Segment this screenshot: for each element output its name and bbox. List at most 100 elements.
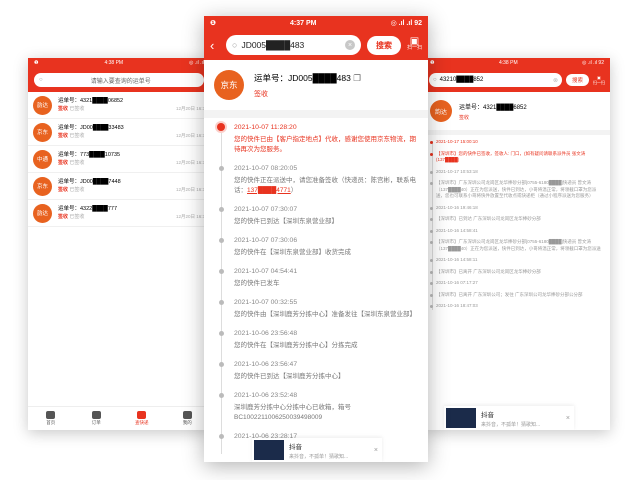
timeline-dot xyxy=(219,238,224,243)
courier-logo: 京东 xyxy=(33,176,52,196)
status-badge: 签收 xyxy=(254,90,268,98)
event-desc: 【深圳市】已离开 广东深圳公司；发往 广东深圳公司龙华棒砂分部公分部 xyxy=(430,292,604,299)
search-input[interactable]: ○ JD005████483 × xyxy=(226,35,361,55)
event-time: 2021-10-17 10:53:18 xyxy=(430,169,604,176)
status-bar: ❶ 4:38 PM ◎ .ıl .ıl xyxy=(28,58,210,68)
status-signal: ◎ .ıl .ıl 92 xyxy=(390,20,422,27)
list-item[interactable]: 韵达 运单号：4321████06852 签收 已签收 12月20日 16:3 xyxy=(28,92,210,119)
waybill-header: 韵达 运单号：4321████6852 签收 xyxy=(424,92,610,135)
scan-button[interactable]: ▣ 扫一扫 xyxy=(407,37,422,52)
status-time: 4:38 PM xyxy=(498,60,518,66)
timestamp: 12月20日 16:3 xyxy=(175,133,205,138)
package-icon xyxy=(137,411,147,419)
ad-thumbnail xyxy=(446,408,476,428)
search-icon: ○ xyxy=(232,40,238,50)
nav-home[interactable]: 首页 xyxy=(28,407,74,430)
timeline-dot xyxy=(219,362,224,367)
timeline-dot xyxy=(219,393,224,398)
ad-title: 抖音 xyxy=(481,411,494,419)
clear-icon[interactable]: ⊗ xyxy=(553,77,558,84)
timeline-event: 2021-10-07 04:54:41 您的快件已发车 xyxy=(219,268,420,289)
timeline-dot xyxy=(217,123,225,131)
close-icon[interactable]: × xyxy=(374,447,378,454)
copy-icon[interactable]: ❐ xyxy=(353,73,361,83)
status-badge: 签收 已签收 xyxy=(58,187,85,193)
bottom-nav: 首页 订单 查快递 我的 xyxy=(28,406,210,430)
courier-logo: 京东 xyxy=(214,70,244,100)
search-placeholder: 请输入要查询的运单号 xyxy=(90,78,151,85)
timeline-dot xyxy=(219,269,224,274)
timeline-dot xyxy=(219,166,224,171)
ad-thumbnail xyxy=(254,440,284,460)
order-icon xyxy=(91,411,101,419)
timestamp: 12月20日 16:3 xyxy=(175,106,205,111)
courier-logo: 京东 xyxy=(33,122,52,142)
ad-title: 抖音 xyxy=(289,443,302,451)
search-input[interactable]: ○ 请输入要查询的运单号 xyxy=(34,73,204,87)
search-button[interactable]: 搜索 xyxy=(366,35,401,55)
history-list-screen: ❶ 4:38 PM ◎ .ıl .ıl ○ 请输入要查询的运单号 韵达 运单号：… xyxy=(28,58,210,430)
waybill-number: 运单号：4321████6852 xyxy=(459,104,527,111)
search-bar: ○ 请输入要查询的运单号 xyxy=(28,68,210,92)
status-time: 4:38 PM xyxy=(104,60,124,66)
history-list: 韵达 运单号：4321████06852 签收 已签收 12月20日 16:3 京… xyxy=(28,92,210,227)
scan-button[interactable]: ▣ 扫一扫 xyxy=(593,75,605,85)
list-item[interactable]: 京东 运单号：JD00████33483 签收 已签收 12月20日 16:3 xyxy=(28,119,210,146)
timeline-event: 2021-10-06 23:56:47 您的快件已到达【深圳鹿芳分拣中心】 xyxy=(219,361,420,382)
status-badge: 签收 xyxy=(459,114,470,121)
home-icon xyxy=(46,411,56,419)
event-time: 2021-10-16 18:47:03 xyxy=(430,303,604,310)
courier-logo: 韵达 xyxy=(430,100,452,122)
courier-logo: 中通 xyxy=(33,149,52,169)
ad-banner[interactable]: 抖音来抖音，不孤单！猜歌知... × xyxy=(252,438,382,462)
status-badge: 签收 已签收 xyxy=(58,160,85,166)
search-value: 43210████852 xyxy=(439,77,484,83)
courier-phone-link[interactable]: 137████4771 xyxy=(247,187,291,194)
ad-subtitle: 来抖音，不孤单！猜歌知... xyxy=(481,421,541,428)
timeline-event: 2021-10-06 23:52:48 深圳鹿芳分拣中心分拣中心已收箱，箱号BC1… xyxy=(219,392,420,423)
timeline-dot xyxy=(219,207,224,212)
ad-banner[interactable]: 抖音来抖音，不孤单！猜歌知... × xyxy=(444,406,574,430)
status-signal: ◎ .ıl .ıl 92 xyxy=(582,60,604,66)
timeline-event: 2021-10-06 23:56:48 您的快件在【深圳鹿芳分拣中心】分拣完成 xyxy=(219,330,420,351)
waybill-header: 京东 运单号：JD005████483 ❐ 签收 xyxy=(204,60,428,118)
timeline-event: 2021-10-07 11:28:20 您的快件已由【客户指定地点】代收，感谢您使… xyxy=(217,123,420,155)
close-icon[interactable]: × xyxy=(566,415,570,422)
status-left-icon: ❶ xyxy=(34,60,39,66)
tracking-timeline: 2021-10-17 15:00:10 【深圳市】您的快件已签收，签收人: 门口… xyxy=(424,135,610,310)
search-value: JD005████483 xyxy=(241,40,305,50)
nav-package[interactable]: 查快递 xyxy=(119,407,165,430)
search-bar: ‹ ○ JD005████483 × 搜索 ▣ 扫一扫 xyxy=(204,30,428,60)
status-badge: 签收 已签收 xyxy=(58,214,85,220)
list-item[interactable]: 京东 运单号：JD00████7448 签收 已签收 12月20日 16:3 xyxy=(28,173,210,200)
waybill-number: 运单号：773████10735 xyxy=(58,152,121,158)
list-item[interactable]: 中通 运单号：773████10735 签收 已签收 12月20日 16:3 xyxy=(28,146,210,173)
search-input[interactable]: ○ 43210████852 ⊗ xyxy=(429,73,562,87)
search-bar: ○ 43210████852 ⊗ 搜索 ▣ 扫一扫 xyxy=(424,68,610,92)
search-button[interactable]: 搜索 xyxy=(565,74,589,86)
event-desc: 【深圳市】广东深圳公司龙岗区龙华棒砂分部[0755-6180████]快递员 曾… xyxy=(430,239,604,252)
event-desc: 【深圳市】已离开 广东深圳公司龙岗区龙华棒砂分部 xyxy=(430,269,604,276)
status-time: 4:37 PM xyxy=(290,19,317,27)
event-time: 2021-10-16 07:17:27 xyxy=(430,280,604,287)
timestamp: 12月20日 16:3 xyxy=(175,187,205,192)
nav-order[interactable]: 订单 xyxy=(74,407,120,430)
status-bar: ❶ 4:37 PM ◎ .ıl .ıl 92 xyxy=(204,16,428,30)
back-icon[interactable]: ‹ xyxy=(210,38,220,53)
tracking-detail-screen-yunda: ❶ 4:38 PM ◎ .ıl .ıl 92 ○ 43210████852 ⊗ … xyxy=(424,58,610,430)
waybill-number: 运单号：JD00████7448 xyxy=(58,179,121,185)
waybill-number: 运单号：4322████777 xyxy=(58,206,117,212)
event-time: 2021-10-16 19:46:18 xyxy=(430,205,604,212)
ad-subtitle: 来抖音，不孤单！猜歌知... xyxy=(289,453,349,460)
event-desc: 【深圳市】您的快件已签收，签收人: 门口，(如有疑问请联系派件员 张文涛(137… xyxy=(430,151,604,164)
timeline-dot xyxy=(219,331,224,336)
list-item[interactable]: 韵达 运单号：4322████777 签收 已签收 12月20日 16:3 xyxy=(28,200,210,227)
timestamp: 12月20日 16:3 xyxy=(175,214,205,219)
waybill-number: 运单号：JD005████483 xyxy=(254,72,351,83)
timeline-event: 2021-10-07 07:30:07 您的快件已到达【深圳东泉营业部】 xyxy=(219,206,420,227)
clear-icon[interactable]: × xyxy=(344,40,355,50)
status-badge: 签收 已签收 xyxy=(58,133,85,139)
event-time: 2021-10-16 14:58:41 xyxy=(430,228,604,235)
status-left-icon: ❶ xyxy=(210,20,216,27)
status-left-icon: ❶ xyxy=(430,60,435,66)
